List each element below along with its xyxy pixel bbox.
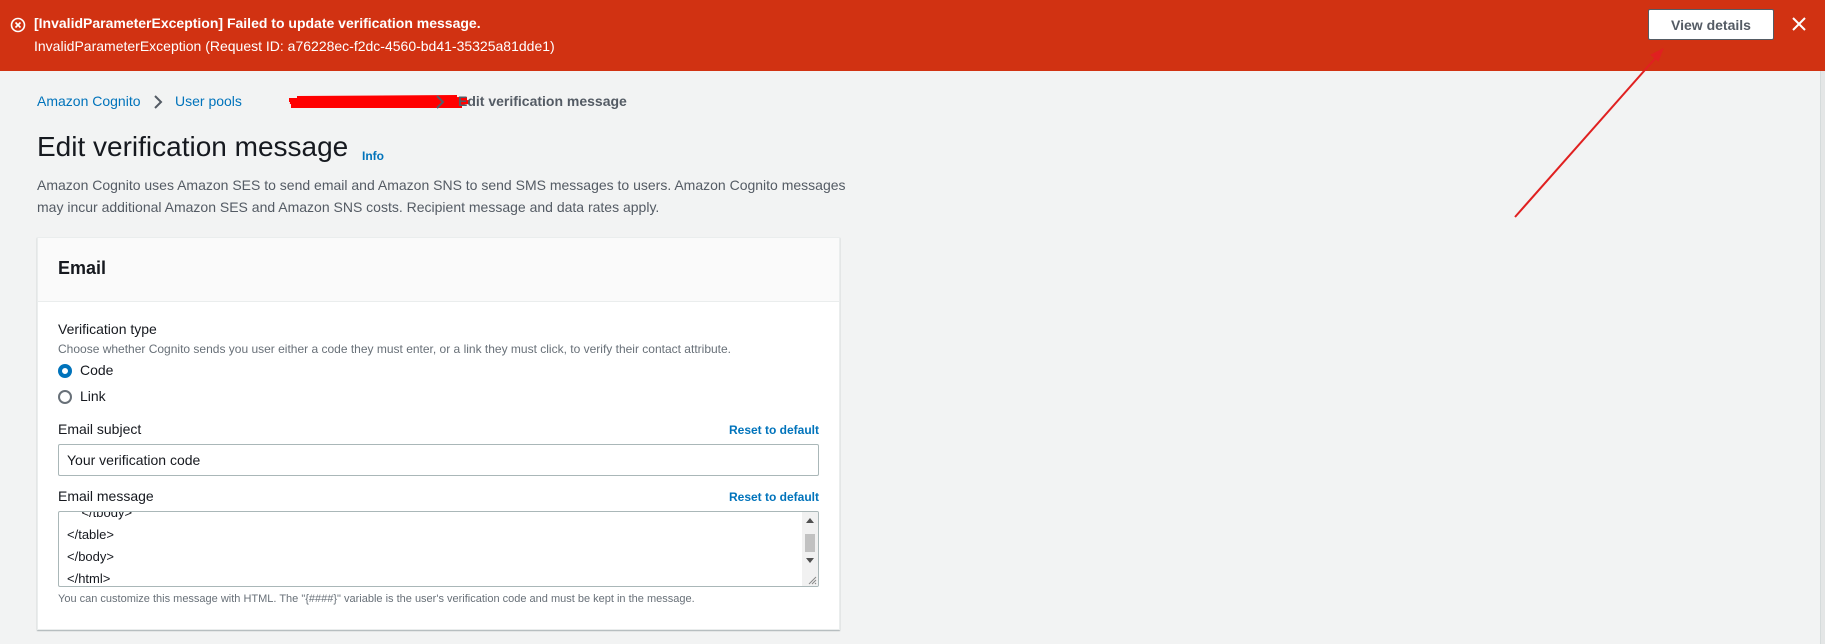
error-flashbar: [InvalidParameterException] Failed to up… [0,0,1825,71]
verification-type-label: Verification type [58,321,157,337]
textarea-line: </html> [67,571,111,586]
breadcrumb-user-pools[interactable]: User pools [175,93,242,109]
resize-handle-icon[interactable] [807,575,817,585]
verification-type-description: Choose whether Cognito sends you user ei… [58,342,732,356]
email-message-textarea[interactable]: </tbody> </table> </body> </html> [58,511,819,587]
email-message-constraint: You can customize this message with HTML… [58,593,695,605]
scroll-thumb[interactable] [805,534,815,552]
close-icon[interactable] [1790,15,1808,33]
textarea-line: </table> [67,527,114,542]
container-title: Email [58,258,107,278]
email-message-content: </tbody> </table> </body> </html> [67,511,133,586]
page-description: Amazon Cognito uses Amazon SES to send e… [37,177,846,215]
breadcrumb-current: Edit verification message [458,93,627,109]
flash-message: InvalidParameterException (Request ID: a… [34,38,555,54]
page-scrollbar[interactable] [1820,71,1825,644]
radio-button-unchecked[interactable] [58,390,72,404]
scroll-up-arrow-icon[interactable] [806,517,814,523]
scroll-down-arrow-icon[interactable] [806,558,814,564]
chevron-right-icon [154,95,163,109]
reset-message-link[interactable]: Reset to default [729,490,819,504]
radio-link[interactable]: Link [58,388,138,406]
chevron-right-icon [436,95,445,109]
email-container: Email Verification type Choose whether C… [37,237,840,630]
page-title: Edit verification message [37,131,349,162]
email-subject-input[interactable] [58,444,819,476]
radio-label-link: Link [80,388,106,404]
email-message-label: Email message [58,488,154,504]
info-link[interactable]: Info [362,149,384,163]
email-subject-label: Email subject [58,421,142,437]
container-header: Email [38,238,839,302]
textarea-line: </body> [67,549,114,564]
reset-subject-link[interactable]: Reset to default [729,423,819,437]
radio-label-code: Code [80,362,114,378]
breadcrumb-amazon-cognito[interactable]: Amazon Cognito [37,93,141,109]
flash-title: [InvalidParameterException] Failed to up… [34,15,481,31]
radio-button-checked[interactable] [58,364,72,378]
radio-code[interactable]: Code [58,362,138,380]
view-details-button[interactable]: View details [1648,9,1774,40]
error-circle-icon [10,17,26,33]
textarea-line: </tbody> [67,511,133,520]
